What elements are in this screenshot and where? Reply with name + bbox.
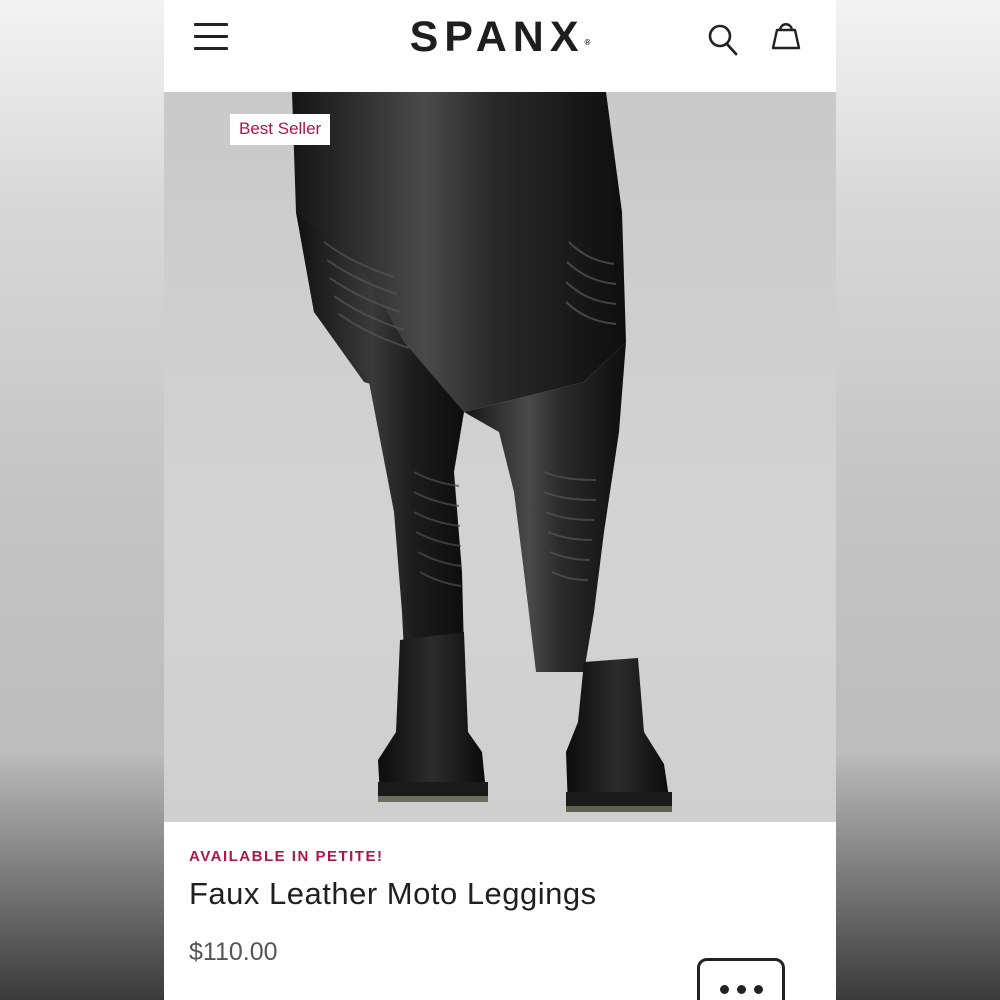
- product-image[interactable]: Best Seller: [164, 92, 836, 822]
- registered-mark: ®: [584, 38, 591, 47]
- leggings-photo: [292, 92, 672, 812]
- brand-logo[interactable]: SPANX®: [390, 12, 610, 62]
- hamburger-menu-icon[interactable]: [194, 21, 228, 51]
- site-header: SPANX®: [164, 0, 836, 92]
- ellipsis-icon[interactable]: [697, 958, 785, 1000]
- product-price: $110.00: [189, 938, 278, 966]
- mobile-page: SPANX® Best Seller AVAILABLE IN PETITE! …: [164, 0, 836, 1000]
- screenshot-stage: SPANX® Best Seller AVAILABLE IN PETITE! …: [0, 0, 1000, 1000]
- availability-label[interactable]: AVAILABLE IN PETITE!: [189, 848, 383, 865]
- product-info: AVAILABLE IN PETITE! Faux Leather Moto L…: [164, 822, 836, 1000]
- best-seller-badge: Best Seller: [230, 114, 331, 145]
- shopping-bag-icon[interactable]: [768, 17, 804, 53]
- dot-3: [754, 985, 763, 994]
- product-name[interactable]: Faux Leather Moto Leggings: [189, 876, 597, 912]
- dot-2: [737, 985, 746, 994]
- search-icon[interactable]: [706, 22, 740, 58]
- dot-1: [720, 985, 729, 994]
